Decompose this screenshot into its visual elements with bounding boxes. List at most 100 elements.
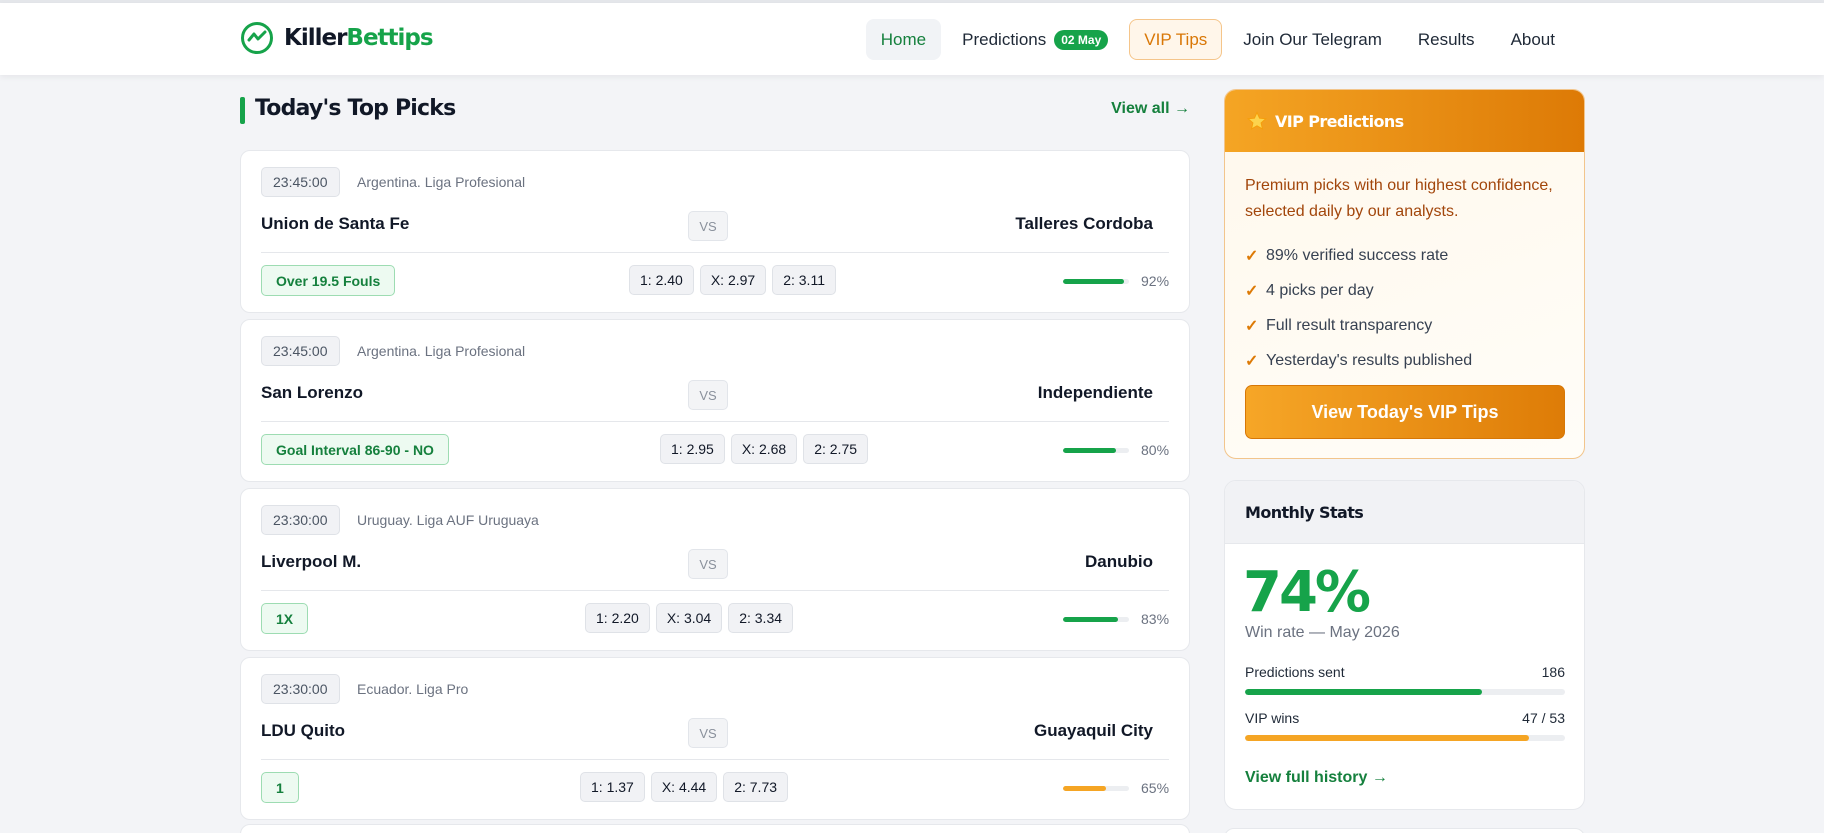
odd-home[interactable]: 1: 2.40 — [629, 265, 694, 295]
check-icon: ✓ — [1245, 247, 1259, 265]
odd-draw[interactable]: X: 3.04 — [655, 603, 723, 633]
kickoff-time: 23:30:00 — [261, 505, 340, 535]
home-team: LDU Quito — [261, 721, 346, 740]
kickoff-time: 23:45:00 — [261, 167, 340, 197]
nav-about[interactable]: About — [1496, 19, 1570, 60]
vs-badge: VS — [688, 549, 728, 579]
vip-panel-title: VIP Predictions — [1275, 111, 1404, 131]
away-team: Talleres Cordoba — [1015, 214, 1153, 233]
nav-predictions[interactable]: Predictions 02 May — [947, 19, 1123, 60]
vip-predictions-panel: VIP Predictions Premium picks with our h… — [1224, 89, 1585, 459]
confidence-value: 83% — [1141, 611, 1170, 627]
league-name: Argentina. Liga Profesional — [357, 174, 526, 190]
tip-badge: Goal Interval 86-90 - NO — [261, 434, 449, 465]
stat-label: Predictions sent — [1245, 664, 1345, 680]
section-accent-bar — [240, 97, 245, 124]
kickoff-time: 23:45:00 — [261, 336, 340, 366]
vs-badge: VS — [688, 211, 728, 241]
vip-feature-label: 4 picks per day — [1266, 281, 1374, 299]
odd-away[interactable]: 2: 3.11 — [772, 265, 836, 295]
league-name: Argentina. Liga Profesional — [357, 343, 526, 359]
view-vip-tips-button[interactable]: View Today's VIP Tips — [1245, 385, 1565, 439]
sidebar-card — [1224, 828, 1585, 833]
confidence-meter: 80% — [1063, 442, 1169, 458]
brand-logo[interactable]: KillerBettips — [240, 21, 434, 55]
odd-home[interactable]: 1: 1.37 — [580, 772, 645, 802]
confidence-track — [1063, 616, 1129, 622]
date-badge: 02 May — [1054, 29, 1109, 50]
vip-feature-label: Yesterday's results published — [1266, 351, 1473, 369]
brand-name: KillerBettips — [284, 25, 434, 51]
view-all-link[interactable]: View all → — [1111, 100, 1190, 118]
odd-draw[interactable]: X: 2.68 — [730, 434, 798, 464]
stat-value: 47 / 53 — [1522, 710, 1565, 726]
monthly-stats-panel: Monthly Stats 74% Win rate — May 2026 Pr… — [1224, 480, 1585, 810]
odds-group: 1: 2.40 X: 2.97 2: 3.11 — [629, 265, 836, 295]
nav-results[interactable]: Results — [1403, 19, 1490, 60]
odd-away[interactable]: 2: 2.75 — [803, 434, 869, 464]
odd-away[interactable]: 2: 3.34 — [728, 603, 794, 633]
confidence-fill — [1063, 447, 1116, 453]
stat-fill — [1245, 689, 1482, 695]
trend-icon — [241, 22, 273, 54]
stat-fill — [1245, 735, 1529, 741]
confidence-track — [1063, 278, 1129, 284]
vip-description: Premium picks with our highest confidenc… — [1245, 177, 1553, 220]
confidence-track — [1063, 447, 1129, 453]
stat-track — [1245, 735, 1565, 741]
vip-feature-label: Full result transparency — [1266, 316, 1433, 334]
home-team: Liverpool M. — [261, 552, 362, 571]
card-divider — [261, 252, 1169, 253]
away-team: Danubio — [1085, 552, 1153, 571]
odd-away[interactable]: 2: 7.73 — [723, 772, 789, 802]
view-history-link[interactable]: View full history → — [1245, 769, 1388, 787]
vip-features-list: ✓ 89% verified success rate ✓ 4 picks per … — [1245, 238, 1472, 378]
match-card[interactable]: 23:30:00 Uruguay. Liga AUF Uruguaya Live… — [240, 488, 1190, 651]
stat-label: VIP wins — [1245, 710, 1300, 726]
tip-badge: 1X — [261, 603, 309, 634]
confidence-value: 80% — [1141, 442, 1170, 458]
confidence-value: 65% — [1141, 780, 1170, 796]
match-card[interactable] — [240, 824, 1190, 833]
odd-draw[interactable]: X: 4.44 — [650, 772, 718, 802]
league-name: Uruguay. Liga AUF Uruguaya — [357, 512, 539, 528]
vip-feature-label: 89% verified success rate — [1266, 246, 1449, 264]
stats-panel-title: Monthly Stats — [1225, 481, 1584, 544]
confidence-value: 92% — [1141, 273, 1170, 289]
kickoff-time: 23:30:00 — [261, 674, 340, 704]
confidence-meter: 92% — [1063, 273, 1169, 289]
confidence-fill — [1063, 278, 1124, 284]
nav-home[interactable]: Home — [865, 19, 942, 60]
tip-badge: Over 19.5 Fouls — [261, 265, 396, 296]
section-header: Today's Top Picks View all → — [240, 96, 1190, 126]
vip-feature: ✓ Full result transparency — [1245, 308, 1472, 343]
confidence-fill — [1063, 616, 1118, 622]
site-header: KillerBettips Home Predictions 02 May VI… — [0, 3, 1824, 75]
stat-row-vip-wins: VIP wins 47 / 53 — [1245, 710, 1565, 741]
match-card[interactable]: 23:45:00 Argentina. Liga Profesional Uni… — [240, 150, 1190, 313]
odds-group: 1: 2.95 X: 2.68 2: 2.75 — [660, 434, 869, 464]
star-icon — [1247, 111, 1267, 131]
vs-badge: VS — [688, 380, 728, 410]
match-card[interactable]: 23:45:00 Argentina. Liga Profesional San… — [240, 319, 1190, 482]
nav-predictions-label: Predictions — [962, 29, 1047, 49]
brand-name-part2: Bettips — [346, 25, 433, 51]
check-icon: ✓ — [1245, 352, 1259, 370]
match-card[interactable]: 23:30:00 Ecuador. Liga Pro LDU Quito VS … — [240, 657, 1190, 820]
home-team: Union de Santa Fe — [261, 214, 410, 233]
vip-feature: ✓ 4 picks per day — [1245, 273, 1472, 308]
odds-group: 1: 2.20 X: 3.04 2: 3.34 — [585, 603, 794, 633]
odd-home[interactable]: 1: 2.95 — [660, 434, 725, 464]
nav-telegram[interactable]: Join Our Telegram — [1228, 19, 1397, 60]
vip-feature: ✓ Yesterday's results published — [1245, 343, 1472, 378]
confidence-meter: 65% — [1063, 780, 1169, 796]
nav-vip-tips[interactable]: VIP Tips — [1129, 19, 1223, 60]
odd-draw[interactable]: X: 2.97 — [699, 265, 767, 295]
odd-home[interactable]: 1: 2.20 — [585, 603, 650, 633]
stat-row-predictions: Predictions sent 186 — [1245, 664, 1565, 695]
vip-panel-header: VIP Predictions — [1225, 90, 1584, 152]
win-rate-label: Win rate — May 2026 — [1245, 624, 1400, 641]
win-rate-value: 74% — [1243, 560, 1371, 625]
main-nav: Home Predictions 02 May VIP Tips Join Ou… — [865, 19, 1570, 60]
check-icon: ✓ — [1245, 282, 1259, 300]
